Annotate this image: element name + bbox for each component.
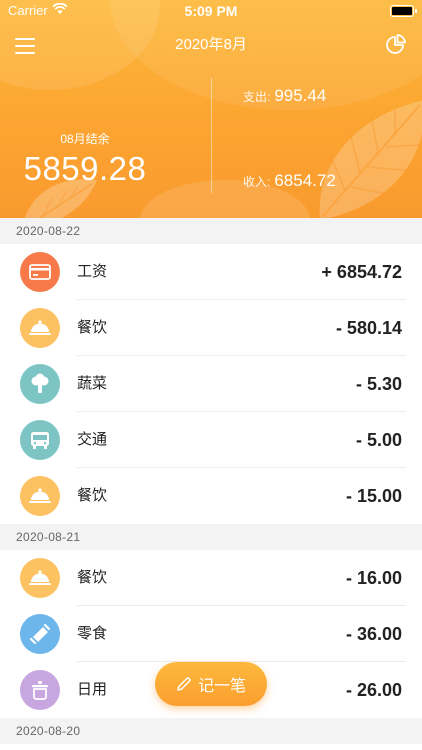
- category-label: 工资: [77, 263, 108, 280]
- category-label: 餐饮: [77, 319, 108, 336]
- bus-icon: [20, 420, 60, 460]
- list-item[interactable]: 工资 + 6854.72: [0, 244, 422, 300]
- balance-value: 5859.28: [23, 150, 147, 187]
- month-title[interactable]: 2020年8月: [0, 33, 422, 54]
- cloche-icon: [20, 476, 60, 516]
- summary-header: Carrier 5:09 PM 2020年8月 08月结余 5859.28 支出…: [0, 0, 422, 218]
- amount-value: - 580.14: [335, 318, 402, 338]
- cloche-icon: [20, 308, 60, 348]
- snack-icon: [20, 614, 60, 654]
- amount-value: - 36.00: [345, 624, 402, 644]
- battery-icon: [390, 5, 417, 17]
- card-icon: [20, 252, 60, 292]
- category-label: 餐饮: [77, 569, 108, 586]
- list-item[interactable]: 零食 - 36.00: [0, 606, 422, 662]
- category-label: 餐饮: [77, 487, 108, 504]
- pencil-icon: [177, 677, 191, 691]
- broccoli-icon: [20, 364, 60, 404]
- list-item[interactable]: 蔬菜 - 5.30: [0, 356, 422, 412]
- expense-summary: 支出: 995.44: [243, 86, 326, 106]
- category-label: 交通: [77, 431, 108, 448]
- date-header: 2020-08-21: [0, 524, 422, 550]
- expense-label: 支出:: [243, 90, 271, 104]
- category-label: 蔬菜: [77, 375, 108, 392]
- income-summary: 收入: 6854.72: [243, 171, 336, 191]
- add-record-label: 记一笔: [197, 678, 246, 695]
- list-item[interactable]: 餐饮 - 16.00: [0, 550, 422, 606]
- summary-divider: [211, 78, 212, 193]
- clock-label: 5:09 PM: [184, 3, 238, 19]
- balance-label: 08月结余: [60, 132, 110, 146]
- income-label: 收入:: [243, 175, 271, 189]
- cloche-icon: [20, 558, 60, 598]
- date-header: 2020-08-20: [0, 718, 422, 744]
- amount-value: + 6854.72: [321, 262, 402, 282]
- amount-value: - 26.00: [345, 680, 402, 700]
- pot-icon: [20, 670, 60, 710]
- amount-value: - 16.00: [345, 568, 402, 588]
- list-item[interactable]: 餐饮 - 580.14: [0, 300, 422, 356]
- category-label: 零食: [77, 625, 108, 642]
- list-item[interactable]: 餐饮 - 15.00: [0, 468, 422, 524]
- date-header: 2020-08-22: [0, 218, 422, 244]
- amount-value: - 5.30: [355, 374, 402, 394]
- amount-value: - 5.00: [355, 430, 402, 450]
- pie-chart-icon[interactable]: [384, 34, 406, 56]
- income-value: 6854.72: [274, 171, 336, 190]
- expense-value: 995.44: [274, 86, 327, 105]
- amount-value: - 15.00: [345, 486, 402, 506]
- status-bar: Carrier 5:09 PM: [0, 0, 422, 22]
- list-item[interactable]: 交通 - 5.00: [0, 412, 422, 468]
- leaf-decor-icon: [319, 100, 422, 218]
- add-record-button[interactable]: 记一笔: [155, 662, 267, 706]
- category-label: 日用: [77, 681, 108, 698]
